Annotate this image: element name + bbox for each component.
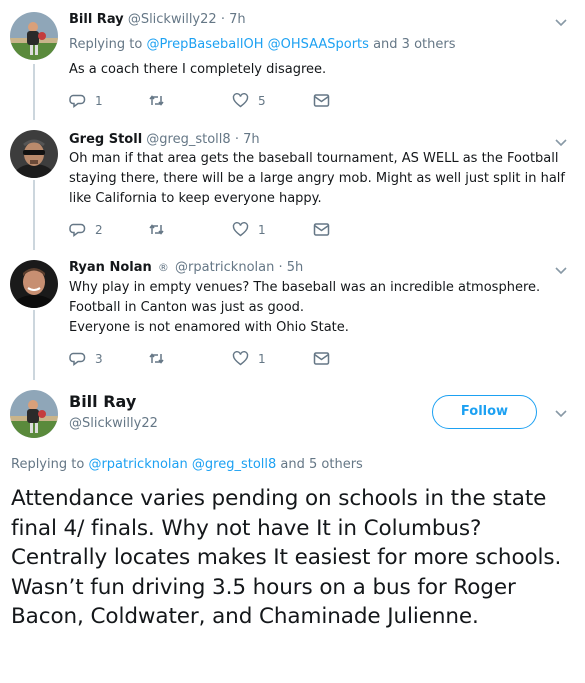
display-name[interactable]: Bill Ray [69,392,136,412]
dm-button[interactable] [313,92,330,109]
display-name[interactable]: Ryan Nolan [69,260,152,275]
tweet-text: Oh man if that area gets the baseball to… [69,151,565,206]
reply-tweet[interactable]: Bill Ray @Slickwilly22 · 7h Replying to … [0,0,585,120]
reply-tweet[interactable]: Greg Stoll @greg_stoll8 · 7h Oh man if t… [0,120,585,250]
display-name[interactable]: Bill Ray [69,12,124,27]
tweet-text: Why play in empty venues? The baseball w… [69,280,541,335]
heart-icon [232,93,249,108]
like-button[interactable]: 1 [232,350,266,367]
mention-link[interactable]: @PrepBaseballOH [146,37,263,52]
action-bar: 3 1 [69,350,429,370]
avatar[interactable] [10,12,58,60]
mention-link[interactable]: @OHSAASports [268,37,369,52]
retweet-button[interactable] [148,350,165,367]
reply-icon [69,223,86,237]
verified-badge-icon: ® [157,261,169,274]
dm-button[interactable] [313,350,330,367]
reply-icon [69,94,86,108]
action-bar: 1 5 [69,92,429,112]
like-count: 1 [258,351,266,366]
envelope-icon [313,352,330,365]
mention-link[interactable]: @greg_stoll8 [192,457,276,472]
envelope-icon [313,94,330,107]
timestamp[interactable]: · 5h [278,260,303,275]
user-handle[interactable]: @greg_stoll8 [146,132,230,147]
heart-icon [232,222,249,237]
main-tweet-text: Attendance varies pending on schools in … [11,486,562,629]
mention-link[interactable]: @rpatricknolan [88,457,187,472]
chevron-down-icon[interactable] [553,14,569,30]
timestamp[interactable]: · 7h [235,132,260,147]
display-name[interactable]: Greg Stoll [69,132,142,147]
reply-button[interactable]: 3 [69,350,103,367]
dm-button[interactable] [313,221,330,238]
chevron-down-icon[interactable] [553,134,569,150]
reply-button[interactable]: 1 [69,92,103,109]
tweet-text: As a coach there I completely disagree. [69,62,327,77]
user-handle[interactable]: @rpatricknolan [175,260,274,275]
reply-tweet[interactable]: Ryan Nolan ® @rpatricknolan · 5h Why pla… [0,250,585,380]
replying-to: Replying to @rpatricknolan @greg_stoll8 … [11,457,363,472]
retweet-icon [149,95,164,106]
like-count: 1 [258,222,266,237]
reply-icon [69,352,86,366]
like-button[interactable]: 1 [232,221,266,238]
envelope-icon [313,223,330,236]
chevron-down-icon[interactable] [553,262,569,278]
reply-count: 2 [95,222,103,237]
user-handle[interactable]: @Slickwilly22 [128,12,217,27]
avatar[interactable] [10,130,58,178]
replying-others[interactable]: and 3 others [373,37,455,52]
reply-count: 1 [95,93,103,108]
user-handle[interactable]: @Slickwilly22 [69,415,158,433]
like-count: 5 [258,93,266,108]
reply-count: 3 [95,351,103,366]
like-button[interactable]: 5 [232,92,266,109]
avatar[interactable] [10,260,58,308]
action-bar: 2 1 [69,221,429,241]
replying-to: Replying to @PrepBaseballOH @OHSAASports… [69,37,456,52]
reply-button[interactable]: 2 [69,221,103,238]
retweet-button[interactable] [148,221,165,238]
timestamp[interactable]: · 7h [221,12,246,27]
chevron-down-icon[interactable] [553,405,569,421]
tweet-header: Ryan Nolan ® @rpatricknolan · 5h [69,259,303,277]
tweet-header: Bill Ray @Slickwilly22 · 7h [69,11,246,29]
avatar[interactable] [10,390,58,438]
retweet-icon [149,224,164,235]
retweet-button[interactable] [148,92,165,109]
heart-icon [232,351,249,366]
replying-others[interactable]: and 5 others [280,457,362,472]
follow-button[interactable]: Follow [432,395,537,429]
retweet-icon [149,353,164,364]
tweet-header: Greg Stoll @greg_stoll8 · 7h [69,131,260,149]
